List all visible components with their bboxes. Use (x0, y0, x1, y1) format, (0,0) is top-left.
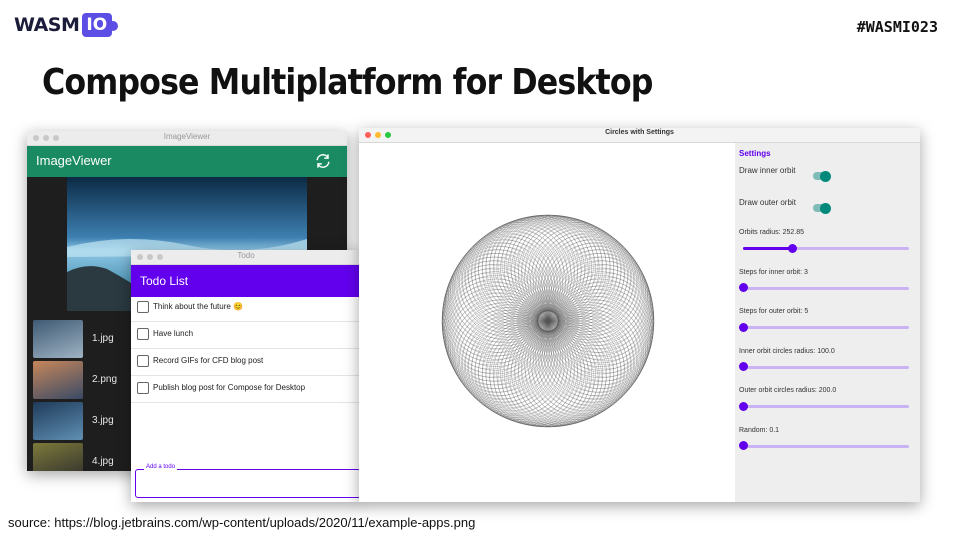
settings-panel: Settings Draw inner orbit Draw outer orbi… (735, 143, 920, 502)
window-title: Circles with Settings (605, 129, 674, 136)
todo-text: Publish blog post for Compose for Deskto… (153, 383, 306, 392)
orbit-toggle[interactable] (813, 170, 831, 182)
slider-thumb[interactable] (738, 362, 748, 371)
settings-slider[interactable] (738, 322, 909, 332)
slider-thumb[interactable] (738, 401, 748, 411)
window-title: Todo (237, 251, 255, 260)
source-caption: source: https://blog.jetbrains.com/wp-co… (8, 515, 476, 530)
image-thumbnail (33, 361, 83, 399)
add-todo-label: Add a todo (144, 464, 178, 470)
orbit-circle (481, 327, 579, 425)
wasm-io-logo: WASM IO (14, 12, 119, 38)
todo-checkbox[interactable] (137, 382, 149, 394)
slider-thumb[interactable] (738, 283, 748, 292)
image-name: 1.jpg (92, 333, 114, 344)
todo-checkbox[interactable] (137, 301, 149, 313)
slider-label: Steps for inner orbit: 3 (739, 268, 808, 276)
slider-label: Inner orbit circles radius: 100.0 (739, 347, 835, 355)
todo-text: Think about the future 😊 (153, 302, 244, 311)
settings-slider[interactable] (743, 243, 909, 253)
todo-appbar: Todo List (131, 265, 361, 297)
todo-item[interactable]: Think about the future 😊 (131, 294, 361, 322)
circles-titlebar: Circles with Settings (359, 128, 920, 143)
settings-slider[interactable] (738, 441, 909, 450)
slider-fill (743, 247, 793, 250)
window-title: ImageViewer (163, 132, 211, 141)
slider-thumb[interactable] (738, 322, 748, 332)
orbit-circles (441, 214, 655, 428)
toggle-label: Draw outer orbit (739, 198, 796, 207)
todo-text: Have lunch (153, 329, 194, 338)
slider-label: Orbits radius: 252.85 (739, 229, 804, 236)
orbit-circle (441, 272, 539, 370)
orbit-toggle[interactable] (813, 202, 831, 214)
slider-label: Random: 0.1 (739, 426, 780, 434)
slide-title: Compose Multiplatform for Desktop (42, 62, 653, 103)
settings-title: Settings (739, 149, 771, 158)
todo-checkbox[interactable] (137, 328, 149, 340)
image-name: 4.jpg (92, 456, 114, 467)
circles-window: Circles with Settings Settings Draw inne… (359, 128, 920, 502)
app-title: Todo List (140, 274, 189, 288)
slider-thumb[interactable] (788, 243, 798, 253)
settings-slider[interactable] (738, 401, 909, 411)
imageviewer-appbar: ImageViewer (27, 146, 347, 177)
orbit-circle (557, 272, 655, 370)
orbit-circle (517, 327, 615, 425)
image-thumbnail (33, 402, 83, 440)
todo-window: Todo Todo List Think about the future 😊 H… (131, 250, 361, 502)
imageviewer-titlebar: ImageViewer (27, 131, 347, 146)
todo-item[interactable]: Publish blog post for Compose for Deskto… (131, 375, 361, 403)
settings-slider[interactable] (738, 362, 909, 371)
logo-badge: IO (82, 13, 119, 37)
orbit-circle (481, 217, 579, 315)
todo-item[interactable]: Record GIFs for CFD blog post (131, 348, 361, 376)
todo-text: Record GIFs for CFD blog post (153, 356, 264, 365)
image-name: 2.png (92, 374, 118, 385)
hashtag: #WASMI023 (856, 18, 938, 36)
todo-item[interactable]: Have lunch (131, 321, 361, 349)
slider-label: Outer orbit circles radius: 200.0 (739, 387, 837, 394)
logo-text: WASM (14, 14, 80, 36)
image-thumbnail (33, 443, 83, 471)
circles-canvas (359, 143, 735, 502)
app-title: ImageViewer (36, 153, 112, 168)
todo-checkbox[interactable] (137, 355, 149, 367)
add-todo-input[interactable]: Add a todo (135, 464, 361, 498)
settings-slider[interactable] (738, 283, 909, 292)
slider-label: Steps for outer orbit: 5 (739, 308, 809, 315)
orbit-circle (517, 217, 615, 315)
slider-thumb[interactable] (738, 441, 748, 450)
refresh-icon[interactable] (313, 151, 333, 171)
image-thumbnail (33, 320, 83, 358)
toggle-label: Draw inner orbit (739, 166, 796, 175)
todo-titlebar: Todo (131, 250, 361, 265)
image-name: 3.jpg (92, 415, 114, 426)
